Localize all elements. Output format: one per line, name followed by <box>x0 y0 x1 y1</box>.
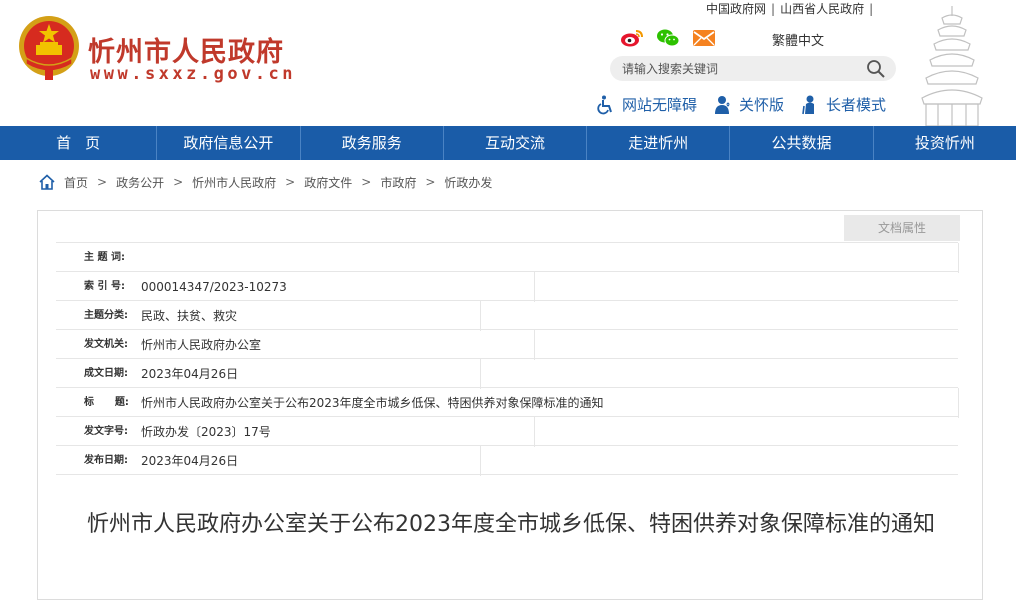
breadcrumb-separator: > <box>285 175 296 189</box>
breadcrumb-current[interactable]: 忻政办发 <box>444 174 492 191</box>
elder-person-icon <box>802 95 815 114</box>
top-links: 中国政府网 | 山西省人民政府 | <box>706 0 878 17</box>
breadcrumb-separator: > <box>425 175 436 189</box>
social-links <box>620 28 716 48</box>
care-person-icon <box>715 95 730 114</box>
meta-key: 主 题 词: <box>84 252 125 263</box>
breadcrumb-municipal[interactable]: 市政府 <box>380 174 416 191</box>
email-icon[interactable] <box>692 28 716 48</box>
top-link-province-gov[interactable]: 山西省人民政府 <box>780 2 864 16</box>
pagoda-decoration <box>921 6 983 126</box>
cell-border <box>480 301 481 331</box>
accessibility-links: 网站无障碍 关怀版 长者模式 <box>596 94 886 115</box>
meta-value: 忻政办发〔2023〕17号 <box>141 425 271 439</box>
nav-item-about-xinzhou[interactable]: 走进忻州 <box>587 126 731 160</box>
cell-border <box>534 330 535 360</box>
wechat-icon[interactable] <box>656 28 680 48</box>
elder-mode-link[interactable]: 长者模式 <box>800 94 886 115</box>
wheelchair-icon <box>597 95 612 114</box>
top-link-central-gov[interactable]: 中国政府网 <box>706 2 766 16</box>
care-mode-link[interactable]: 关怀版 <box>713 94 784 115</box>
accessibility-label: 网站无障碍 <box>622 96 698 114</box>
search-icon[interactable] <box>866 59 886 79</box>
traditional-chinese-switch[interactable]: 繁體中文 <box>772 30 824 49</box>
home-icon[interactable] <box>38 173 56 191</box>
care-mode-label: 关怀版 <box>739 96 785 114</box>
divider: | <box>771 2 776 16</box>
breadcrumb-city-gov[interactable]: 忻州市人民政府 <box>192 174 276 191</box>
weibo-icon[interactable] <box>620 28 644 48</box>
meta-row-written-date: 成文日期: 2023年04月26日 <box>56 358 958 389</box>
cell-border <box>958 388 959 418</box>
meta-key: 发布日期: <box>84 455 128 466</box>
meta-key: 索 引 号: <box>84 281 125 292</box>
meta-row-doc-number: 发文字号: 忻政办发〔2023〕17号 <box>56 416 958 447</box>
breadcrumb-separator: > <box>361 175 372 189</box>
meta-row-category: 主题分类: 民政、扶贫、救灾 <box>56 300 958 331</box>
meta-row-publish-date: 发布日期: 2023年04月26日 <box>56 445 958 476</box>
breadcrumb-home[interactable]: 首页 <box>64 174 88 191</box>
nav-item-invest[interactable]: 投资忻州 <box>874 126 1016 160</box>
cell-border <box>534 272 535 302</box>
meta-value: 2023年04月26日 <box>141 454 239 468</box>
nav-item-public-data[interactable]: 公共数据 <box>730 126 874 160</box>
nav-item-gov-info[interactable]: 政府信息公开 <box>157 126 301 160</box>
main-nav: 首页 政府信息公开 政务服务 互动交流 走进忻州 公共数据 投资忻州 <box>0 126 1016 160</box>
meta-key: 发文字号: <box>84 426 128 437</box>
meta-key: 发文机关: <box>84 339 128 350</box>
meta-key: 主题分类: <box>84 310 128 321</box>
meta-value: 000014347/2023-10273 <box>141 280 287 294</box>
nav-item-services[interactable]: 政务服务 <box>301 126 444 160</box>
meta-row-subject-words: 主 题 词: <box>56 242 959 273</box>
meta-value: 民政、扶贫、救灾 <box>141 309 238 323</box>
elder-mode-label: 长者模式 <box>826 96 887 114</box>
meta-value: 2023年04月26日 <box>141 367 239 381</box>
cell-border <box>958 243 959 273</box>
site-url: www.sxxz.gov.cn <box>90 64 297 84</box>
breadcrumb: 首页 > 政务公开 > 忻州市人民政府 > 政府文件 > 市政府 > 忻政办发 <box>38 168 492 196</box>
breadcrumb-separator: > <box>173 175 184 189</box>
document-title: 忻州市人民政府办公室关于公布2023年度全市城乡低保、特困供养对象保障标准的通知 <box>87 512 935 537</box>
meta-key: 标 题: <box>84 397 129 408</box>
meta-value: 忻州市人民政府办公室关于公布2023年度全市城乡低保、特困供养对象保障标准的通知 <box>141 396 604 410</box>
meta-key: 成文日期: <box>84 368 128 379</box>
document-panel: 文档属性 主 题 词: 索 引 号: 000014347/2023-10273 … <box>37 210 983 600</box>
divider: | <box>869 2 874 16</box>
site-header: 忻州市人民政府 www.sxxz.gov.cn 中国政府网 | 山西省人民政府 | 繁… <box>0 0 1016 126</box>
meta-row-index-number: 索 引 号: 000014347/2023-10273 <box>56 271 958 302</box>
breadcrumb-separator: > <box>97 175 108 189</box>
breadcrumb-gov-affairs[interactable]: 政务公开 <box>116 174 164 191</box>
doc-properties-tab[interactable]: 文档属性 <box>844 215 960 241</box>
cell-border <box>480 359 481 389</box>
cell-border <box>480 446 481 476</box>
cell-border <box>534 417 535 447</box>
breadcrumb-gov-documents[interactable]: 政府文件 <box>304 174 352 191</box>
accessibility-link[interactable]: 网站无障碍 <box>596 94 697 115</box>
document-metadata-table: 主 题 词: 索 引 号: 000014347/2023-10273 主题分类:… <box>56 242 959 476</box>
nav-item-home[interactable]: 首页 <box>0 126 158 160</box>
national-emblem-logo[interactable] <box>16 14 82 82</box>
search-box <box>610 56 896 81</box>
meta-row-issuer: 发文机关: 忻州市人民政府办公室 <box>56 329 958 360</box>
search-input[interactable] <box>622 60 862 78</box>
meta-row-title: 标 题: 忻州市人民政府办公室关于公布2023年度全市城乡低保、特困供养对象保障… <box>56 387 959 418</box>
meta-value: 忻州市人民政府办公室 <box>141 338 262 352</box>
nav-item-interaction[interactable]: 互动交流 <box>444 126 588 160</box>
